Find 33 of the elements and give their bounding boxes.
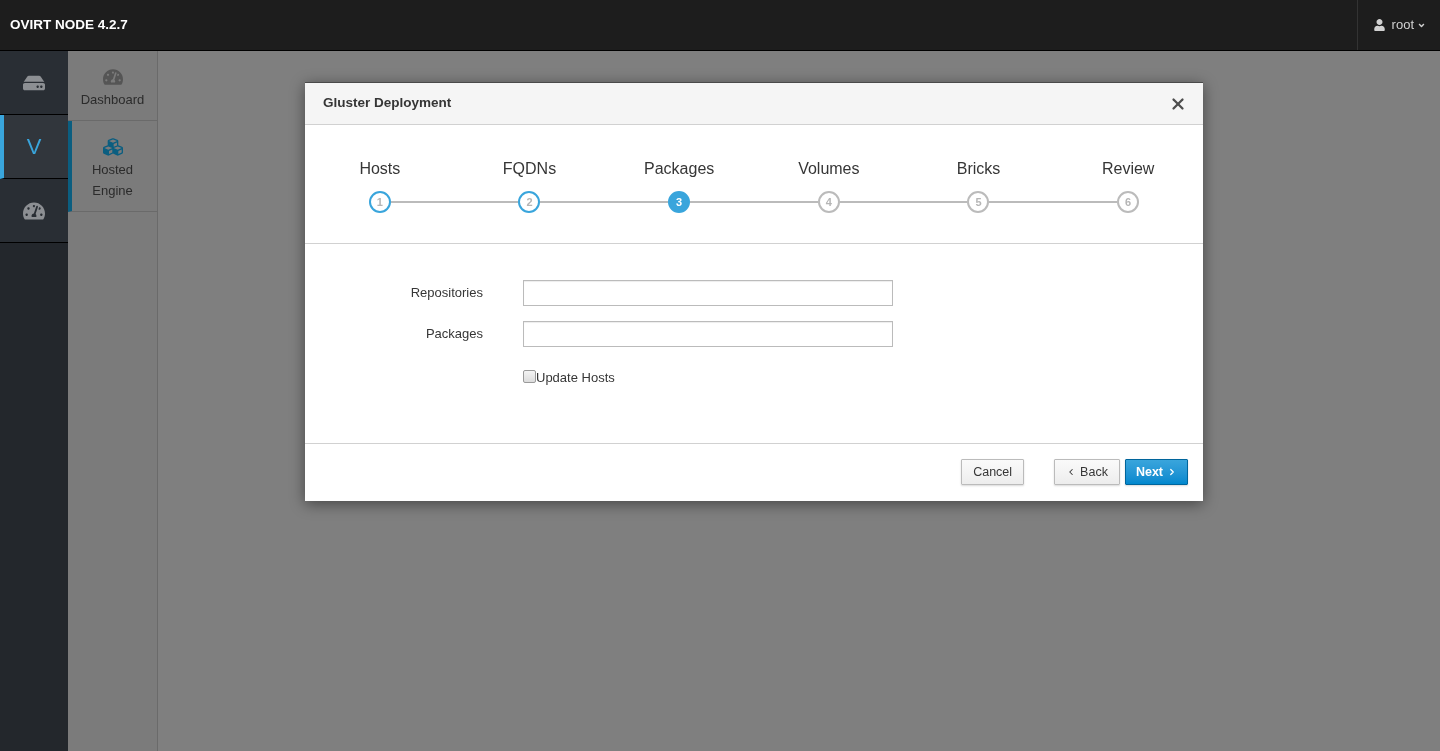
nav-item[interactable] <box>0 179 68 243</box>
nav-item[interactable]: V <box>0 115 68 179</box>
step-number: 6 <box>1117 191 1140 213</box>
back-button[interactable]: Back <box>1054 459 1120 485</box>
input-field[interactable] <box>523 321 893 347</box>
step-number: 1 <box>368 191 391 213</box>
field-label: Packages <box>424 325 483 344</box>
dialog-title: Gluster Deployment <box>323 94 452 113</box>
brand-title: OVIRT NODE 4.2.7 <box>9 15 128 34</box>
chevron-right-icon <box>1167 467 1177 477</box>
nav-item[interactable] <box>0 51 68 115</box>
step-label: FQDNs <box>502 159 557 179</box>
input-field[interactable] <box>523 280 893 306</box>
step-label: Volumes <box>798 159 860 179</box>
cancel-button[interactable]: Cancel <box>961 459 1025 485</box>
field-label: Repositories <box>409 284 483 303</box>
step-label: Bricks <box>956 159 1001 179</box>
cubes-icon <box>102 137 123 157</box>
next-button[interactable]: Next <box>1124 459 1188 485</box>
step-number: 3 <box>668 191 691 213</box>
step-number: 4 <box>817 191 840 213</box>
user-icon <box>1373 19 1385 31</box>
checkbox-label: Update Hosts <box>536 369 615 387</box>
nav-item[interactable]: Hosted Engine <box>68 121 157 212</box>
step-label: Packages <box>644 159 715 179</box>
step-label: Hosts <box>359 159 401 179</box>
gauge-icon <box>102 67 123 87</box>
user-menu[interactable]: root <box>1356 0 1440 50</box>
step-number: 5 <box>967 191 990 213</box>
checkbox[interactable] <box>523 369 536 383</box>
nav-item[interactable]: Dashboard <box>68 51 157 121</box>
step-number: 2 <box>518 191 541 213</box>
step-label: Review <box>1101 159 1155 179</box>
